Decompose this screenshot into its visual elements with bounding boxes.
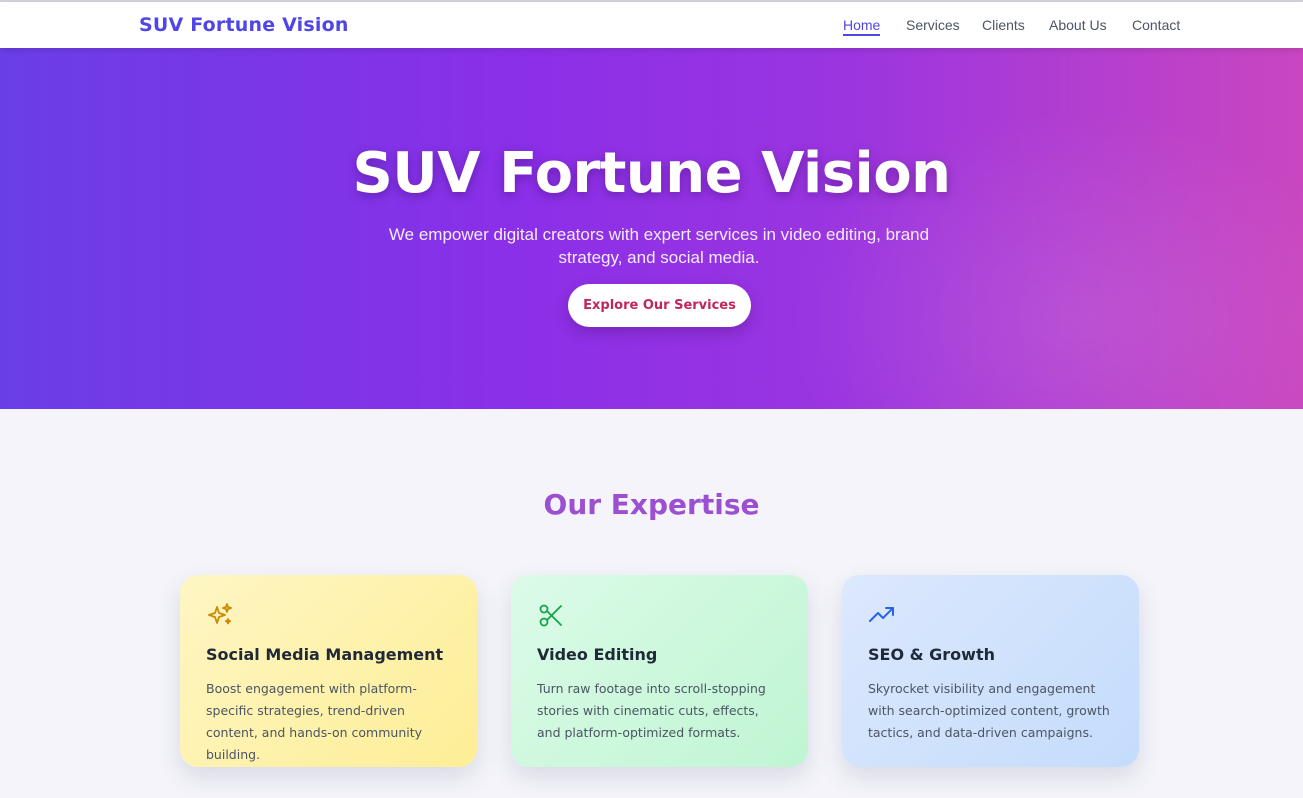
navbar: SUV Fortune Vision Home Services Clients… — [0, 2, 1303, 48]
nav-link-about-us[interactable]: About Us — [1049, 17, 1107, 33]
expertise-title: Our Expertise — [543, 488, 760, 521]
card-description: Boost engagement with platform-specific … — [206, 681, 423, 762]
nav-link-contact[interactable]: Contact — [1132, 17, 1180, 33]
card-title: Social Media Management — [206, 645, 444, 664]
nav-link-home[interactable]: Home — [843, 17, 881, 36]
card-description: Turn raw footage into scroll-stopping st… — [537, 681, 766, 740]
card-description: Skyrocket visibility and engagement with… — [868, 681, 1110, 740]
card-video-editing[interactable]: Video Editing Turn raw footage into scro… — [511, 575, 808, 767]
hero-section: SUV Fortune Vision We empower digital cr… — [0, 48, 1303, 409]
card-seo-growth[interactable]: SEO & Growth Skyrocket visibility and en… — [842, 575, 1139, 767]
nav-link-services[interactable]: Services — [906, 17, 960, 33]
card-title: SEO & Growth — [868, 645, 995, 664]
scissors-icon — [539, 604, 562, 627]
explore-services-button[interactable]: Explore Our Services — [568, 284, 751, 327]
card-title: Video Editing — [537, 645, 658, 664]
trending-up-icon — [869, 607, 894, 622]
card-social-media-management[interactable]: Social Media Management Boost engagement… — [180, 575, 477, 767]
hero-title: SUV Fortune Vision — [352, 141, 951, 206]
nav-links: Home Services Clients About Us Contact — [0, 17, 1303, 37]
sparkles-icon — [208, 603, 232, 625]
nav-link-clients[interactable]: Clients — [982, 17, 1025, 33]
hero-subtitle: We empower digital creators with expert … — [388, 225, 930, 267]
